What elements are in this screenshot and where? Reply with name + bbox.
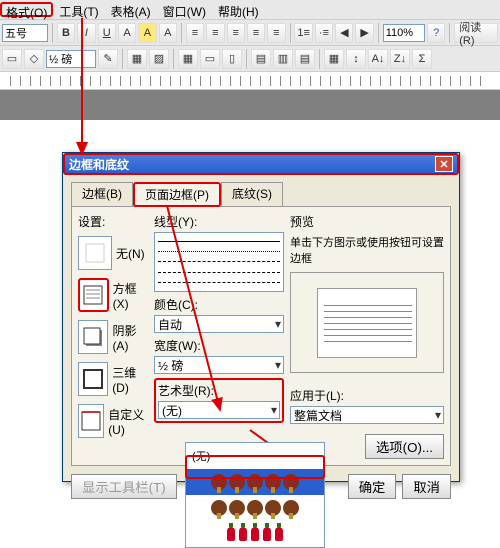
sort-desc-button[interactable]: Z↓ [390,49,410,69]
tab-shading[interactable]: 底纹(S) [221,182,283,207]
color-select[interactable]: 自动 [154,315,284,333]
formatting-toolbar: 五号 B I U A A A ≡ ≡ ≡ ≡ ≡ 1≡ ·≡ ◀ ▶ 110% … [0,20,500,46]
distribute-button[interactable]: ≡ [267,23,285,43]
align-right-button[interactable]: ≡ [227,23,245,43]
line-weight-select[interactable]: ½ 磅 [46,50,96,68]
width-select[interactable]: ½ 磅 [154,356,284,374]
applyto-select[interactable]: 整篇文档 [290,406,444,424]
setting-label: 设置: [78,213,148,230]
menu-bar: 格式(O) 工具(T) 表格(A) 窗口(W) 帮助(H) [0,0,500,20]
borders-shading-dialog: 边框和底纹 ✕ 边框(B) 页面边框(P) 底纹(S) 设置: 无(N) 方框(… [62,152,460,482]
indent-button[interactable]: ▶ [355,23,373,43]
art-option-lanterns[interactable] [186,469,324,495]
color-label: 颜色(C): [154,296,284,313]
font-effect-button[interactable]: A [159,23,177,43]
insert-table-button[interactable]: ▦ [178,49,198,69]
border-color-button[interactable]: ✎ [98,49,118,69]
show-toolbar-button: 显示工具栏(T) [71,474,177,499]
horizontal-ruler [0,72,500,90]
tables-borders-toolbar: ▭ ◇ ½ 磅 ✎ ▦ ▨ ▦ ▭ ▯ ▤ ▥ ▤ ▦ ↕ A↓ Z↓ Σ [0,46,500,72]
bold-button[interactable]: B [57,23,75,43]
underline-button[interactable]: U [98,23,116,43]
font-border-button[interactable]: A [118,23,136,43]
italic-button[interactable]: I [77,23,95,43]
preview-box[interactable] [290,272,444,373]
menu-tools[interactable]: 工具(T) [53,2,104,17]
align-justify-button[interactable]: ≡ [247,23,265,43]
width-label: 宽度(W): [154,337,284,354]
read-mode-button[interactable]: 阅读(R) [454,23,498,43]
tab-borders[interactable]: 边框(B) [71,182,133,207]
sort-asc-button[interactable]: A↓ [368,49,388,69]
tab-page-border[interactable]: 页面边框(P) [133,182,221,207]
setting-shadow-label: 阴影(A) [112,322,148,353]
dialog-tabs: 边框(B) 页面边框(P) 底纹(S) [71,181,451,206]
list-number-button[interactable]: 1≡ [294,23,312,43]
close-icon[interactable]: ✕ [435,156,453,172]
style-label: 线型(Y): [154,213,284,230]
zoom-select[interactable]: 110% [383,24,425,42]
art-option-none[interactable]: (无) [186,443,324,469]
dialog-panel: 设置: 无(N) 方框(X) 阴影(A) [71,206,451,466]
setting-3d-icon[interactable] [78,362,108,396]
border-menu-button[interactable]: ▦ [127,49,147,69]
align-left-button[interactable]: ≡ [186,23,204,43]
highlight-button[interactable]: A [138,23,156,43]
autoformat-button[interactable]: ▦ [324,49,344,69]
preview-label: 预览 [290,213,444,230]
line-style-list[interactable] [154,232,284,292]
menu-format[interactable]: 格式(O) [0,2,53,17]
art-select[interactable]: (无) [158,401,280,419]
menu-table[interactable]: 表格(A) [105,2,157,17]
distribute-rows-button[interactable]: ▥ [273,49,293,69]
help-icon[interactable]: ? [427,23,445,43]
distribute-cols-button[interactable]: ▤ [295,49,315,69]
split-cells-button[interactable]: ▯ [222,49,242,69]
menu-window[interactable]: 窗口(W) [157,2,212,17]
applyto-label: 应用于(L): [290,387,444,404]
font-size-select[interactable]: 五号 [2,24,48,42]
setting-none-label: 无(N) [116,245,145,262]
art-dropdown-list[interactable]: (无) [185,442,325,548]
document-area [0,90,500,120]
text-direction-button[interactable]: ↕ [346,49,366,69]
eraser-button[interactable]: ◇ [24,49,44,69]
ok-button[interactable]: 确定 [348,474,397,499]
list-bullet-button[interactable]: ·≡ [315,23,333,43]
dialog-title: 边框和底纹 [69,156,129,173]
art-option-peppers[interactable] [186,521,324,547]
merge-cells-button[interactable]: ▭ [200,49,220,69]
setting-box-icon[interactable] [78,278,109,312]
setting-custom-icon[interactable] [78,404,104,438]
setting-3d-label: 三维(D) [112,364,148,395]
dialog-titlebar: 边框和底纹 ✕ [63,153,459,175]
outdent-button[interactable]: ◀ [335,23,353,43]
cancel-button[interactable]: 取消 [402,474,451,499]
setting-box-label: 方框(X) [113,280,148,311]
setting-none-icon[interactable] [78,236,112,270]
options-button[interactable]: 选项(O)... [365,434,444,459]
art-label: 艺术型(R): [158,382,280,399]
autosum-button[interactable]: Σ [412,49,432,69]
art-option-decor2[interactable] [186,495,324,521]
setting-custom-label: 自定义(U) [108,406,148,437]
align-center-button[interactable]: ≡ [206,23,224,43]
preview-hint: 单击下方图示或使用按钮可设置边框 [290,234,444,266]
setting-shadow-icon[interactable] [78,320,108,354]
draw-table-button[interactable]: ▭ [2,49,22,69]
preview-page-icon [317,288,417,358]
shading-color-button[interactable]: ▨ [149,49,169,69]
align-cell-button[interactable]: ▤ [251,49,271,69]
menu-help[interactable]: 帮助(H) [212,2,265,17]
